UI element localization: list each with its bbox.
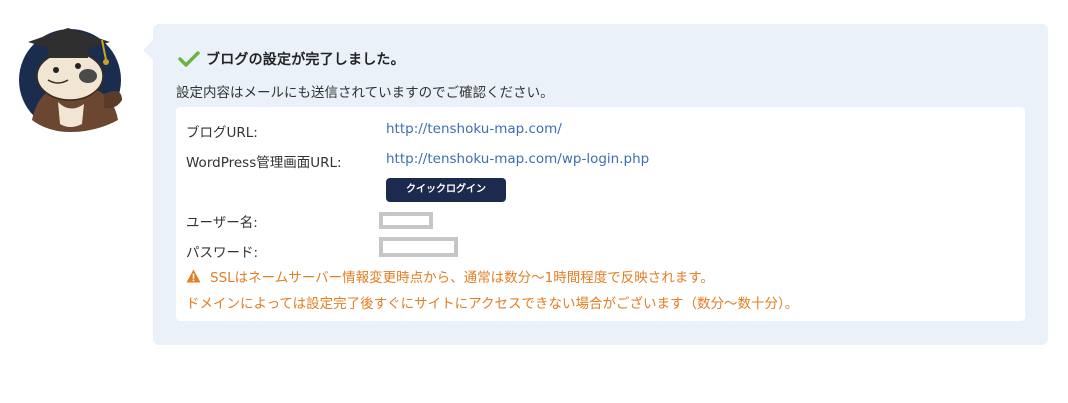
settings-details-panel: ブログURL: http://tenshoku-map.com/ WordPre…: [176, 107, 1025, 321]
email-notice: 設定内容はメールにも送信されていますのでご確認ください。: [176, 85, 554, 101]
success-title: ブログの設定が完了しました。: [206, 52, 405, 68]
blog-url-link[interactable]: http://tenshoku-map.com/: [386, 121, 562, 137]
bubble-tail: [143, 40, 153, 60]
otter-graduate-avatar-icon: [19, 28, 122, 132]
avatar: [18, 20, 128, 132]
username-redacted-box: [379, 212, 433, 229]
password-label: パスワード:: [186, 245, 259, 261]
check-icon: [178, 51, 200, 67]
success-heading: ブログの設定が完了しました。: [178, 49, 405, 69]
access-delay-text: ドメインによっては設定完了後すぐにサイトにアクセスできない場合がございます（数分…: [186, 296, 799, 312]
warning-icon: [186, 269, 201, 283]
access-delay-notice: ドメインによっては設定完了後すぐにサイトにアクセスできない場合がございます（数分…: [186, 292, 798, 312]
admin-url-label: WordPress管理画面URL:: [186, 155, 342, 171]
completion-message-card: ブログの設定が完了しました。 設定内容はメールにも送信されていますのでご確認くだ…: [143, 24, 1048, 345]
ssl-notice-text: SSLはネームサーバー情報変更時点から、通常は数分〜1時間程度で反映されます。: [210, 270, 714, 286]
ssl-notice: SSLはネームサーバー情報変更時点から、通常は数分〜1時間程度で反映されます。: [186, 266, 714, 286]
username-label: ユーザー名:: [186, 215, 258, 231]
password-redacted-box: [379, 237, 458, 257]
quick-login-button[interactable]: クイックログイン: [386, 178, 506, 202]
blog-url-label: ブログURL:: [186, 125, 258, 141]
admin-url-link[interactable]: http://tenshoku-map.com/wp-login.php: [386, 151, 649, 167]
completion-screen: ブログの設定が完了しました。 設定内容はメールにも送信されていますのでご確認くだ…: [0, 0, 1068, 403]
